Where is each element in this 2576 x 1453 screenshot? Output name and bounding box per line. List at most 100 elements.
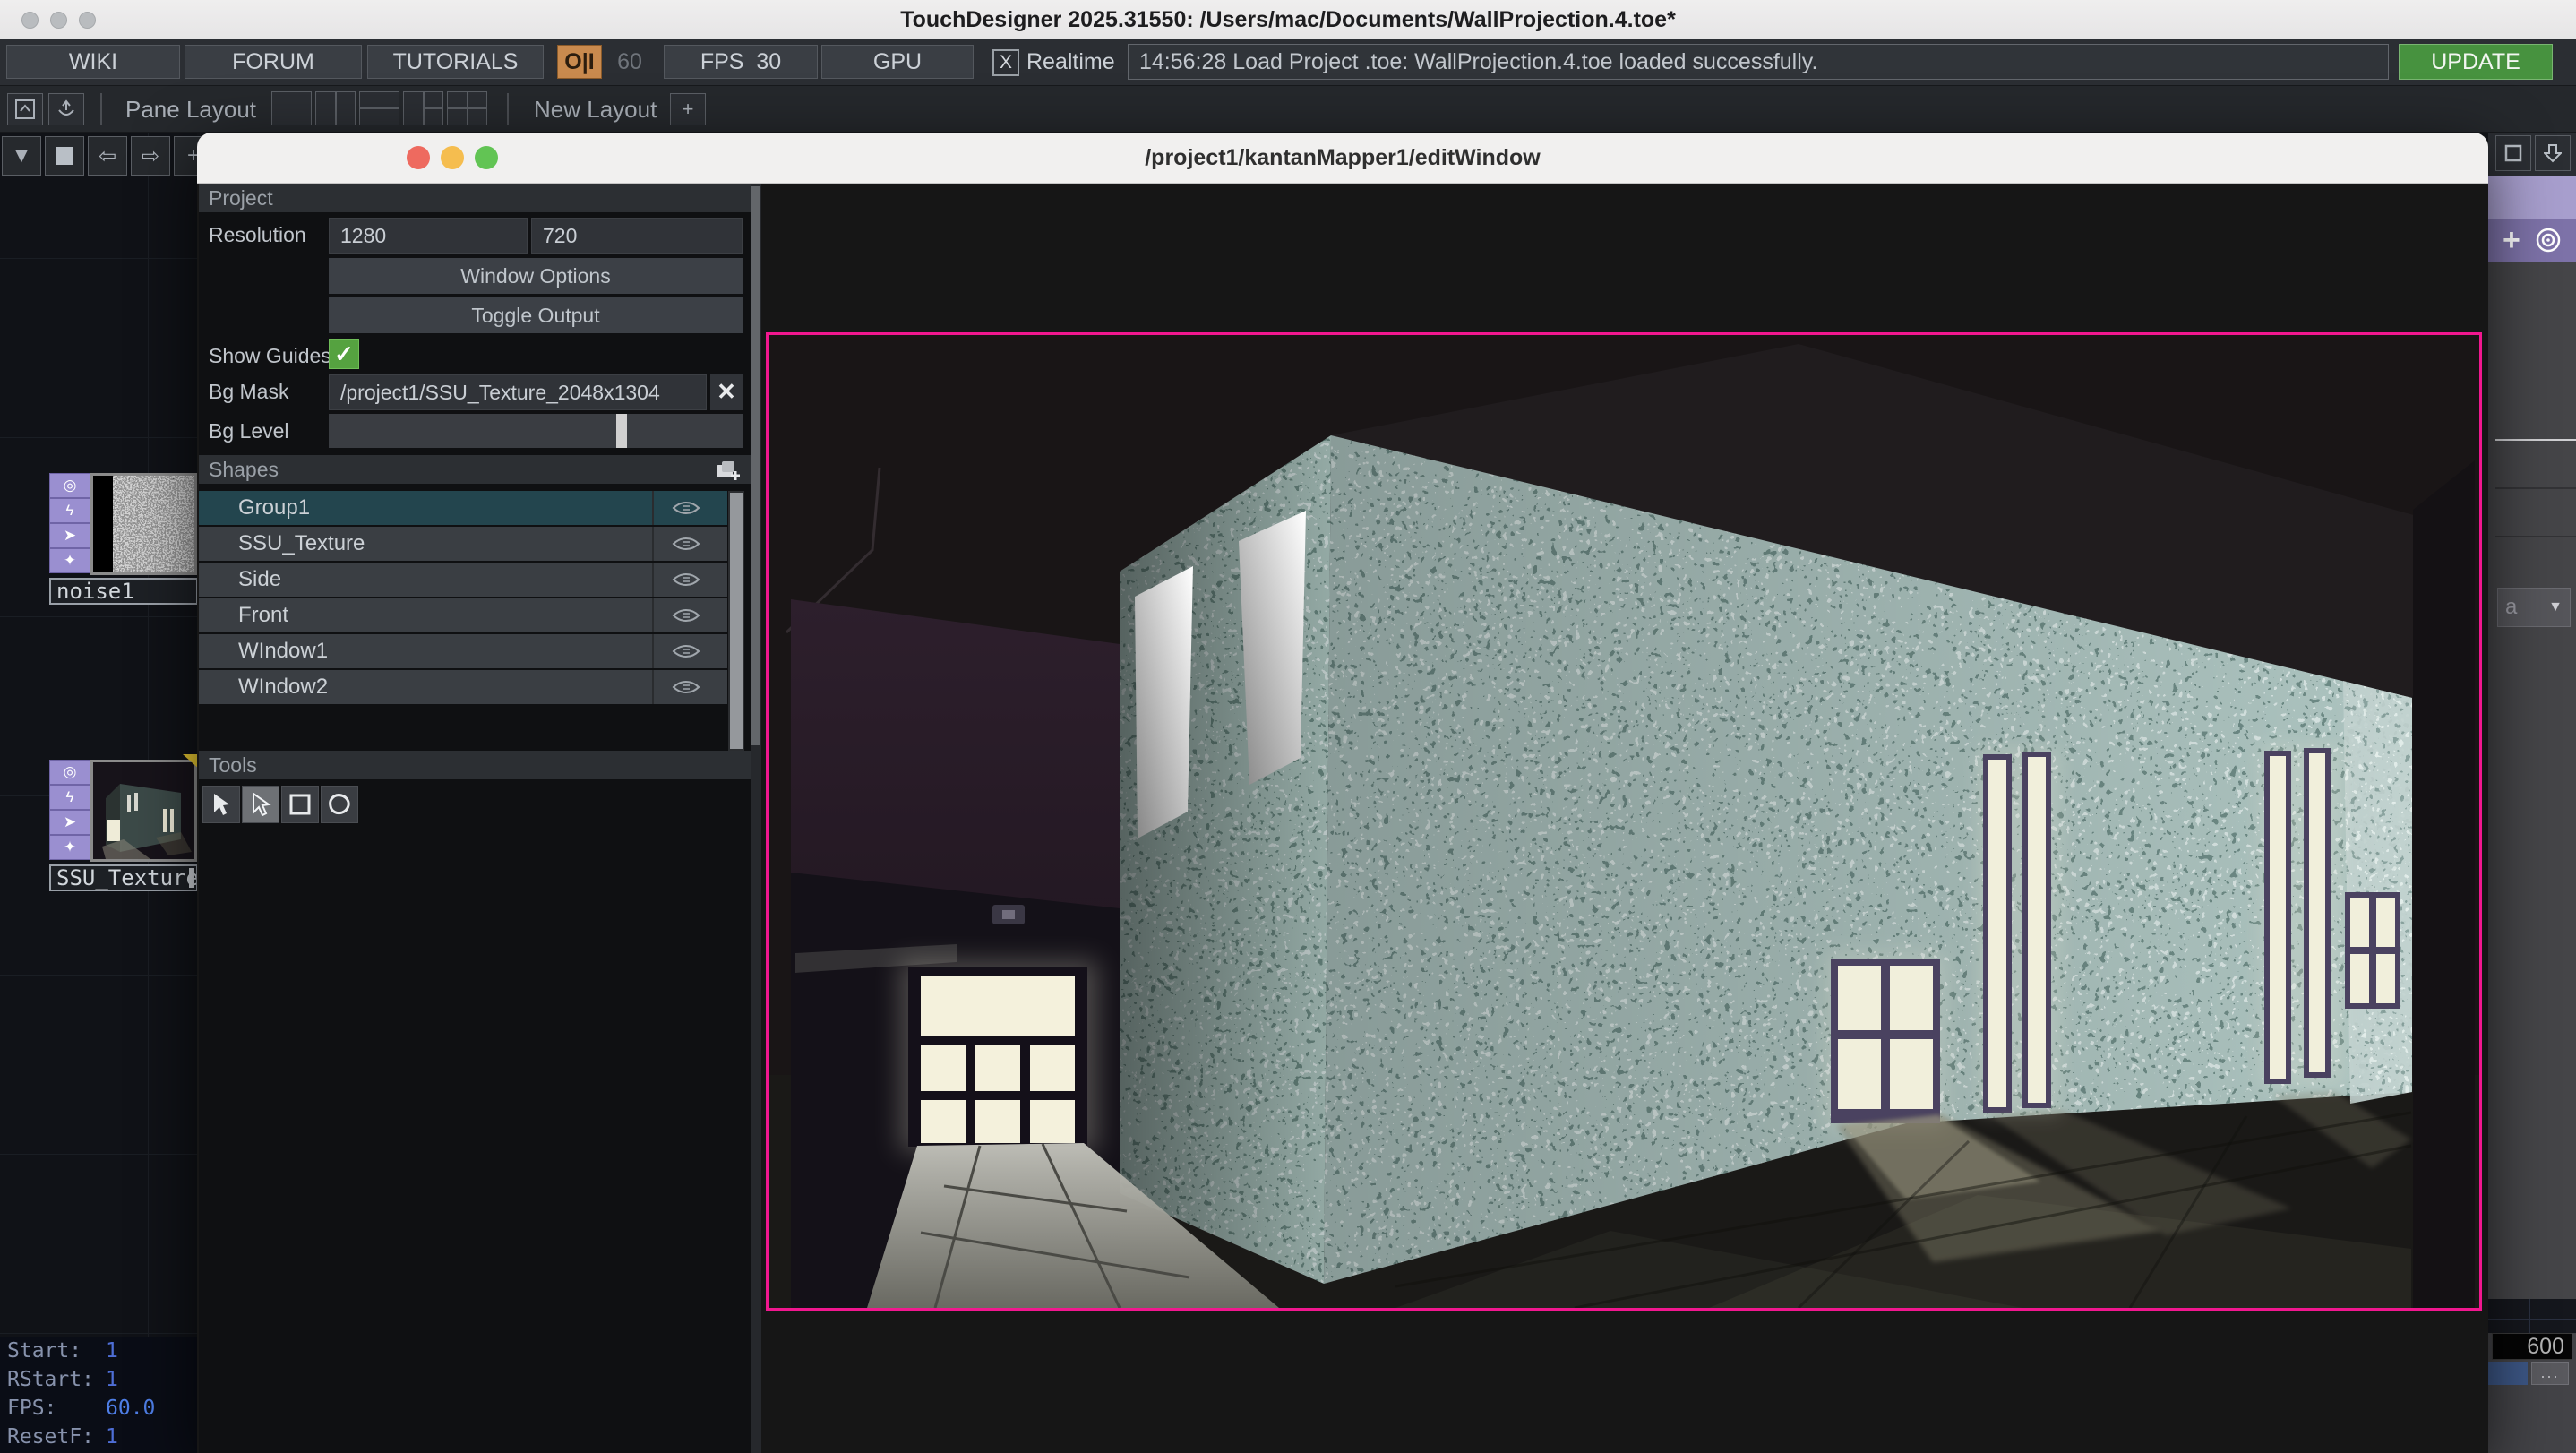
window-titlebar[interactable]: /project1/kantanMapper1/editWindow — [197, 133, 2488, 184]
visibility-eye-icon[interactable] — [672, 644, 700, 658]
resolution-height-field[interactable]: 720 — [531, 218, 743, 254]
shape-row-ssu-texture[interactable]: SSU_Texture — [199, 527, 727, 561]
stop-button[interactable] — [45, 136, 84, 176]
node-export-icon[interactable]: ➤ — [49, 810, 90, 835]
collapse-pane-button[interactable] — [2535, 135, 2571, 171]
node-display-icon[interactable]: ◎ — [49, 473, 90, 498]
slanted-window-2 — [1239, 511, 1306, 785]
shapes-scrollbar[interactable] — [728, 491, 744, 751]
network-editor-pane[interactable]: ▼ ⇦ ⇨ + ◎ ϟ ➤ ✦ — [0, 133, 197, 1453]
visibility-eye-icon[interactable] — [672, 608, 700, 623]
realtime-checkbox[interactable]: X — [992, 49, 1019, 76]
add-parameter-icon[interactable]: + — [2503, 223, 2520, 258]
pane-preset-quad[interactable] — [447, 91, 487, 125]
anchor-icon — [56, 99, 76, 119]
node-render-icon[interactable]: ✦ — [49, 548, 90, 573]
toolbar-separator — [100, 93, 102, 125]
bg-level-slider[interactable] — [329, 414, 743, 448]
new-layout-add-button[interactable]: + — [670, 93, 706, 125]
pane-type-dropdown[interactable]: ▼ — [2, 136, 41, 176]
edit-canvas[interactable] — [761, 184, 2488, 1453]
shape-row-window1[interactable]: WIndow1 — [199, 634, 727, 668]
wiki-button[interactable]: WIKI — [6, 45, 180, 79]
parameter-divider — [2495, 439, 2576, 441]
bullseye-icon[interactable] — [2535, 227, 2562, 254]
pane-preset-vsplit[interactable] — [315, 91, 356, 125]
status-message-field[interactable]: 14:56:28 Load Project .toe: WallProjecti… — [1128, 44, 2389, 80]
project-section-header: Project — [199, 184, 751, 212]
shape-row-side[interactable]: Side — [199, 563, 727, 597]
projection-output-frame[interactable] — [766, 332, 2482, 1311]
visibility-eye-icon[interactable] — [672, 680, 700, 694]
node-name-box[interactable]: noise1 — [49, 578, 198, 605]
resolution-width-field[interactable]: 1280 — [329, 218, 528, 254]
show-guides-checkbox[interactable]: ✓ — [329, 339, 359, 369]
scene-thumbnail — [93, 762, 194, 859]
tutorials-button[interactable]: TUTORIALS — [367, 45, 544, 79]
oi-value: 60 — [609, 45, 650, 79]
timeline-end-field[interactable]: 600 — [2492, 1333, 2572, 1360]
node-export-icon[interactable]: ➤ — [49, 523, 90, 548]
tool-select-button[interactable] — [202, 786, 240, 823]
pane-preset-hsplit[interactable] — [359, 91, 399, 125]
tool-direct-select-button[interactable] — [242, 786, 279, 823]
tools-section-header: Tools — [199, 751, 751, 779]
slider-handle[interactable] — [616, 414, 627, 448]
visibility-eye-icon[interactable] — [672, 537, 700, 551]
forward-arrow-button[interactable]: ⇨ — [131, 136, 170, 176]
pane-preset-single[interactable] — [271, 91, 312, 125]
new-layout-label: New Layout — [534, 93, 657, 125]
network-grid-strip — [2488, 1299, 2576, 1333]
perform-info-box: Start:1 RStart:1 FPS:60.0 ResetF:1 — [0, 1337, 197, 1453]
bg-mask-clear-button[interactable]: ✕ — [710, 374, 743, 410]
pane-layout-label: Pane Layout — [125, 93, 256, 125]
shape-row-front[interactable]: Front — [199, 598, 727, 632]
timeline-options-button[interactable]: ... — [2531, 1362, 2569, 1385]
window-title: /project1/kantanMapper1/editWindow — [197, 133, 2488, 184]
resolution-label: Resolution — [209, 223, 306, 247]
timeline-range-bar[interactable] — [2488, 1362, 2528, 1385]
forum-button[interactable]: FORUM — [185, 45, 362, 79]
scrollbar-thumb[interactable] — [751, 186, 760, 745]
oi-indicator[interactable]: O|I — [557, 45, 602, 79]
info-row: FPS:60.0 — [0, 1394, 197, 1423]
parameter-dropdown[interactable]: a ▼ — [2497, 588, 2571, 627]
node-bypass-icon[interactable]: ϟ — [49, 498, 90, 523]
window-options-button[interactable]: Window Options — [329, 258, 743, 294]
maximize-pane-button[interactable] — [2495, 135, 2531, 171]
scrollbar-thumb[interactable] — [730, 493, 743, 749]
visibility-eye-icon[interactable] — [672, 501, 700, 515]
node-noise1-thumbnail — [90, 473, 197, 575]
tool-freeform-button[interactable] — [321, 786, 358, 823]
bg-mask-field[interactable]: /project1/SSU_Texture_2048x1304 — [329, 374, 707, 410]
gpu-button[interactable]: GPU — [821, 45, 974, 79]
update-button[interactable]: UPDATE — [2399, 44, 2553, 80]
layout-toolbar: Pane Layout New Layout + — [0, 86, 2576, 133]
visibility-eye-icon[interactable] — [672, 572, 700, 587]
toggle-output-button[interactable]: Toggle Output — [329, 297, 743, 333]
node-display-icon[interactable]: ◎ — [49, 760, 90, 785]
info-row: RStart:1 — [0, 1365, 197, 1394]
parameter-header[interactable] — [2488, 176, 2576, 219]
right-wall — [2413, 460, 2475, 1308]
touchdesigner-app: TouchDesigner 2025.31550: /Users/mac/Doc… — [0, 0, 2576, 1453]
shapes-section-header: Shapes — [199, 455, 751, 484]
node-name-box[interactable]: SSU_Texture — [49, 864, 198, 891]
bookmark-anchor-icon[interactable] — [48, 93, 84, 125]
panel-browser-icon[interactable] — [7, 93, 43, 125]
kantan-mapper-window: /project1/kantanMapper1/editWindow Proje… — [197, 133, 2488, 1453]
shape-row-window2[interactable]: WIndow2 — [199, 670, 727, 704]
cursor-outline-icon — [250, 793, 271, 816]
noise-thumbnail — [93, 476, 194, 572]
back-arrow-button[interactable]: ⇦ — [88, 136, 127, 176]
node-bypass-icon[interactable]: ϟ — [49, 785, 90, 810]
node-render-icon[interactable]: ✦ — [49, 835, 90, 860]
panel-scrollbar[interactable] — [751, 184, 761, 1453]
fps-button[interactable]: FPS 30 — [664, 45, 818, 79]
parameter-divider — [2495, 487, 2576, 489]
add-group-icon[interactable] — [715, 460, 742, 481]
tool-rectangle-button[interactable] — [281, 786, 319, 823]
pane-preset-tsplit[interactable] — [403, 91, 443, 125]
shape-row-group1[interactable]: Group1 — [199, 491, 727, 525]
text-cursor — [189, 868, 194, 888]
